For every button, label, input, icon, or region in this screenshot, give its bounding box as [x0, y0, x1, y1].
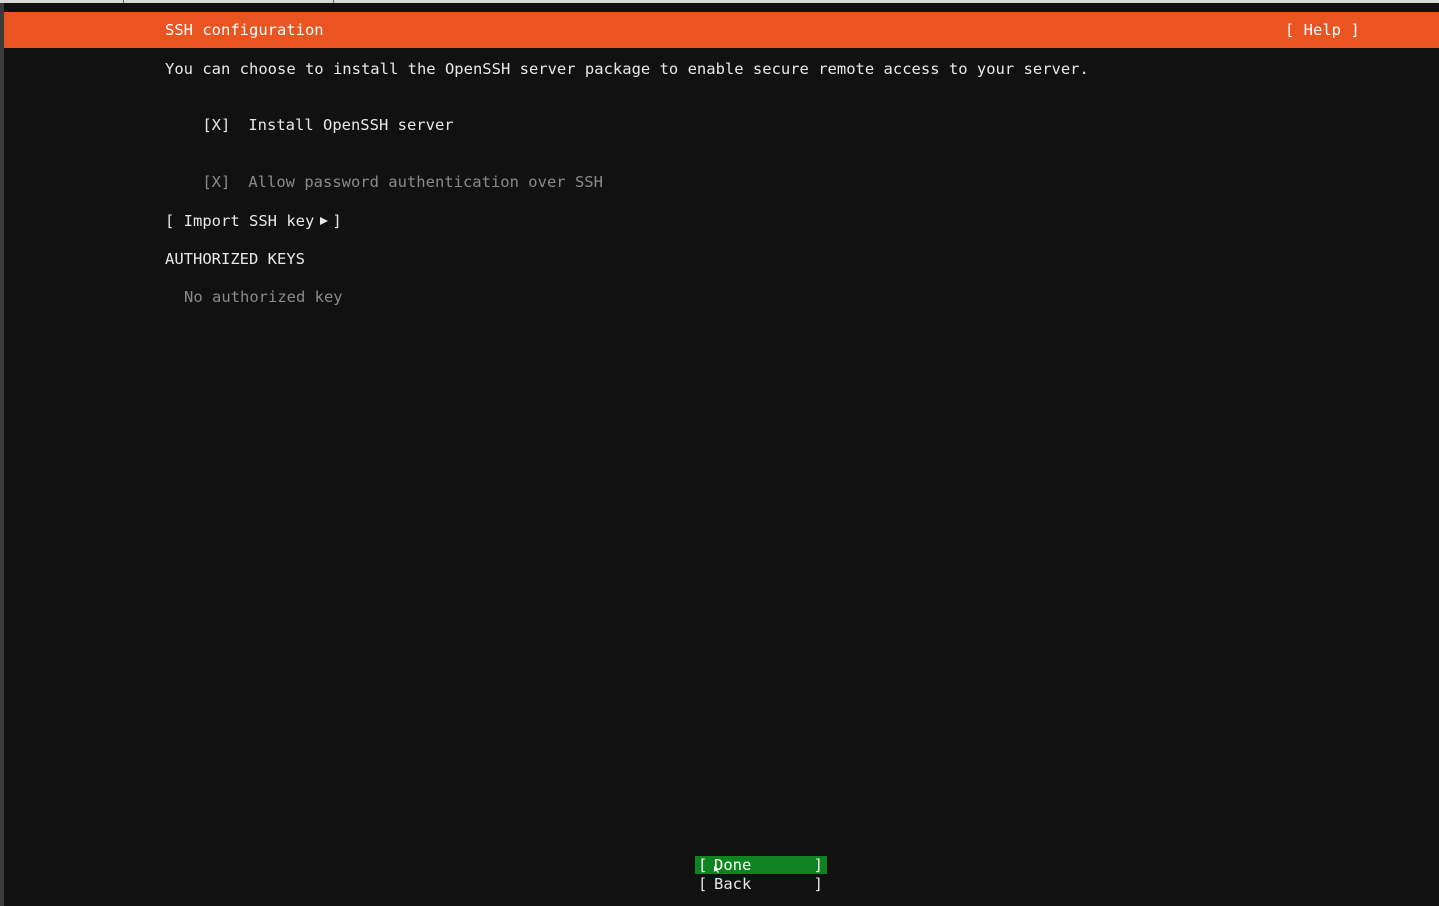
import-ssh-key-close: ] [332, 212, 342, 230]
import-ssh-key-button[interactable]: [ Import SSH key] [165, 212, 342, 230]
strip-divider [333, 0, 334, 3]
import-ssh-key-label: [ Import SSH key [165, 212, 315, 230]
back-button-label: Back [714, 875, 752, 893]
allow-password-label: Allow password authentication over SSH [248, 173, 603, 191]
installer-screen: SSH configuration [ Help ] You can choos… [0, 0, 1439, 906]
triangle-right-icon [320, 217, 329, 225]
allow-password-checkbox[interactable]: [X] Allow password authentication over SS… [165, 155, 603, 209]
back-button[interactable]: [ Back ] [695, 875, 827, 893]
done-button-close: ] [813, 856, 823, 874]
install-openssh-label: Install OpenSSH server [248, 116, 454, 134]
strip-divider [123, 0, 124, 3]
help-button[interactable]: [ Help ] [1285, 21, 1360, 39]
back-button-close: ] [813, 875, 823, 893]
install-openssh-checkbox[interactable]: [X] Install OpenSSH server [165, 98, 454, 152]
install-openssh-box: [X] [202, 116, 231, 134]
window-left-edge [0, 3, 4, 906]
done-button-label: Done [714, 856, 752, 874]
back-button-open: [ [698, 875, 708, 893]
window-top-strip [0, 0, 1439, 3]
page-title: SSH configuration [165, 21, 324, 39]
done-button-open: [ [698, 856, 708, 874]
allow-password-box: [X] [202, 173, 231, 191]
intro-text: You can choose to install the OpenSSH se… [165, 60, 1089, 78]
header-bar: SSH configuration [ Help ] [4, 12, 1439, 48]
authorized-keys-heading: AUTHORIZED KEYS [165, 250, 305, 268]
done-button[interactable]: [ Done ] [695, 856, 827, 874]
no-authorized-key-text: No authorized key [184, 288, 343, 306]
